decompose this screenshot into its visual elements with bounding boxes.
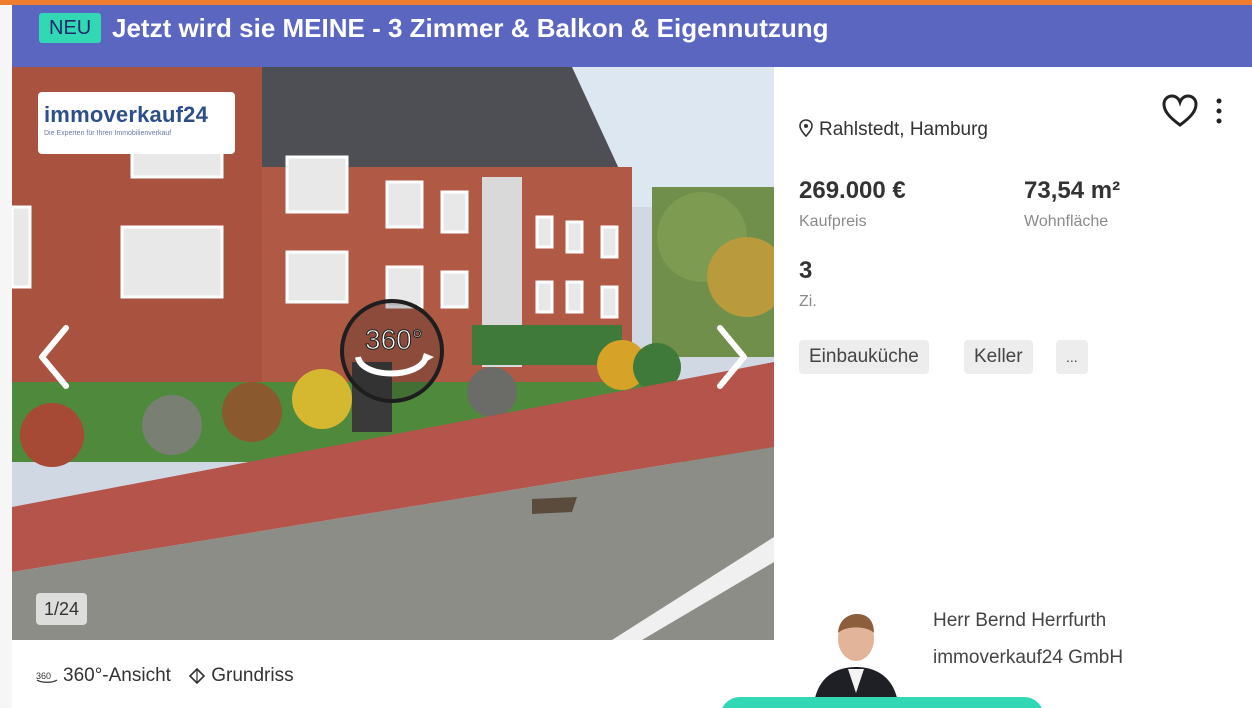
location-text: Rahlstedt, Hamburg <box>819 119 988 140</box>
agent-name: Herr Bernd Herrfurth <box>933 610 1107 631</box>
new-badge: NEU <box>39 13 102 43</box>
agent-company: immoverkauf24 GmbH <box>933 647 1124 668</box>
pano-label: 360° <box>365 324 423 355</box>
360-view-button[interactable]: 360° <box>340 299 444 403</box>
photo-gallery[interactable]: immoverkauf24 Die Experten für Ihren Imm… <box>12 67 774 640</box>
listing-card[interactable]: NEU Jetzt wird sie MEINE - 3 Zimmer & Ba… <box>12 5 1252 708</box>
location: Rahlstedt, Hamburg <box>799 119 988 141</box>
area-fact: 73,54 m² Wohnfläche <box>1024 177 1120 231</box>
listing-info: Rahlstedt, Hamburg 269.000 € Kaufpreis 7… <box>799 67 1252 627</box>
more-vertical-icon[interactable] <box>1213 97 1225 125</box>
logo-tagline: Die Experten für Ihren Immobilienverkauf <box>44 130 172 137</box>
feature-links: 360 360°-Ansicht Grundriss <box>36 665 294 687</box>
price-value: 269.000 € <box>799 177 906 204</box>
location-pin-icon <box>799 119 813 137</box>
agency-logo: immoverkauf24 Die Experten für Ihren Imm… <box>38 92 235 154</box>
tag-keller: Keller <box>964 340 1033 374</box>
svg-text:360: 360 <box>36 671 51 681</box>
area-value: 73,54 m² <box>1024 177 1121 204</box>
heart-icon[interactable] <box>1161 93 1199 129</box>
area-label: Wohnfläche <box>1024 213 1109 230</box>
listing-header[interactable]: NEU Jetzt wird sie MEINE - 3 Zimmer & Ba… <box>12 5 1252 67</box>
contact-button[interactable] <box>720 697 1044 708</box>
rooms-label: Zi. <box>799 293 817 310</box>
chevron-left-icon[interactable] <box>34 322 74 392</box>
rooms-value: 3 <box>799 257 813 284</box>
tag-einbaukueche: Einbauküche <box>799 340 929 374</box>
360-icon: 360 <box>36 671 58 683</box>
price-label: Kaufpreis <box>799 213 867 230</box>
listing-title[interactable]: Jetzt wird sie MEINE - 3 Zimmer & Balkon… <box>112 10 829 46</box>
logo-text: immoverkauf24 <box>44 102 209 127</box>
chevron-right-icon[interactable] <box>712 322 752 392</box>
view360-link[interactable]: 360°-Ansicht <box>63 665 171 686</box>
image-counter: 1/24 <box>36 593 88 625</box>
tag-more[interactable]: ... <box>1056 340 1088 374</box>
rooms-fact: 3 Zi. <box>799 257 817 311</box>
floorplan-link[interactable]: Grundriss <box>211 665 293 686</box>
floorplan-icon <box>189 667 206 685</box>
agent-avatar <box>814 614 898 703</box>
price-fact: 269.000 € Kaufpreis <box>799 177 906 231</box>
